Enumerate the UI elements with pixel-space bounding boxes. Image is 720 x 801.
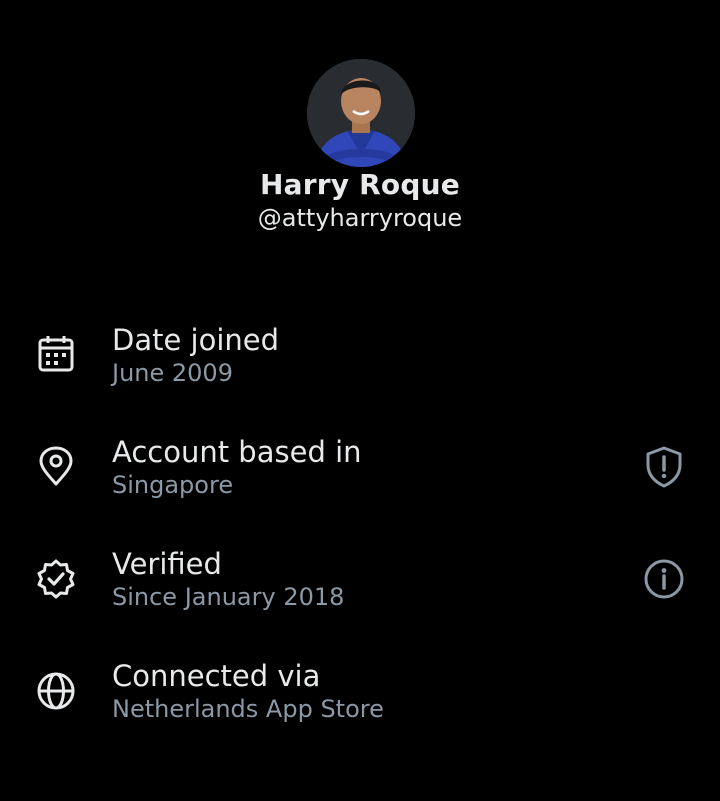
row-date-joined: Date joined June 2009 — [0, 323, 720, 413]
display-name: Harry Roque — [260, 168, 460, 201]
row-verified: Verified Since January 2018 — [0, 547, 720, 637]
row-title: Date joined — [112, 323, 280, 357]
globe-icon — [36, 671, 76, 711]
location-pin-icon — [36, 446, 76, 487]
row-subtitle: Singapore — [112, 471, 234, 499]
row-account-based-in: Account based in Singapore — [0, 435, 720, 525]
row-connected-via: Connected via Netherlands App Store — [0, 659, 720, 749]
avatar[interactable] — [307, 59, 415, 167]
verified-badge-icon — [36, 559, 76, 599]
row-title: Account based in — [112, 435, 362, 469]
user-handle: @attyharryroque — [257, 204, 463, 232]
row-title: Connected via — [112, 659, 321, 693]
calendar-icon — [36, 333, 76, 373]
row-subtitle: Netherlands App Store — [112, 695, 384, 723]
info-icon[interactable] — [642, 557, 686, 601]
row-subtitle: June 2009 — [112, 359, 233, 387]
row-title: Verified — [112, 547, 222, 581]
row-subtitle: Since January 2018 — [112, 583, 345, 611]
shield-alert-icon[interactable] — [642, 445, 686, 489]
